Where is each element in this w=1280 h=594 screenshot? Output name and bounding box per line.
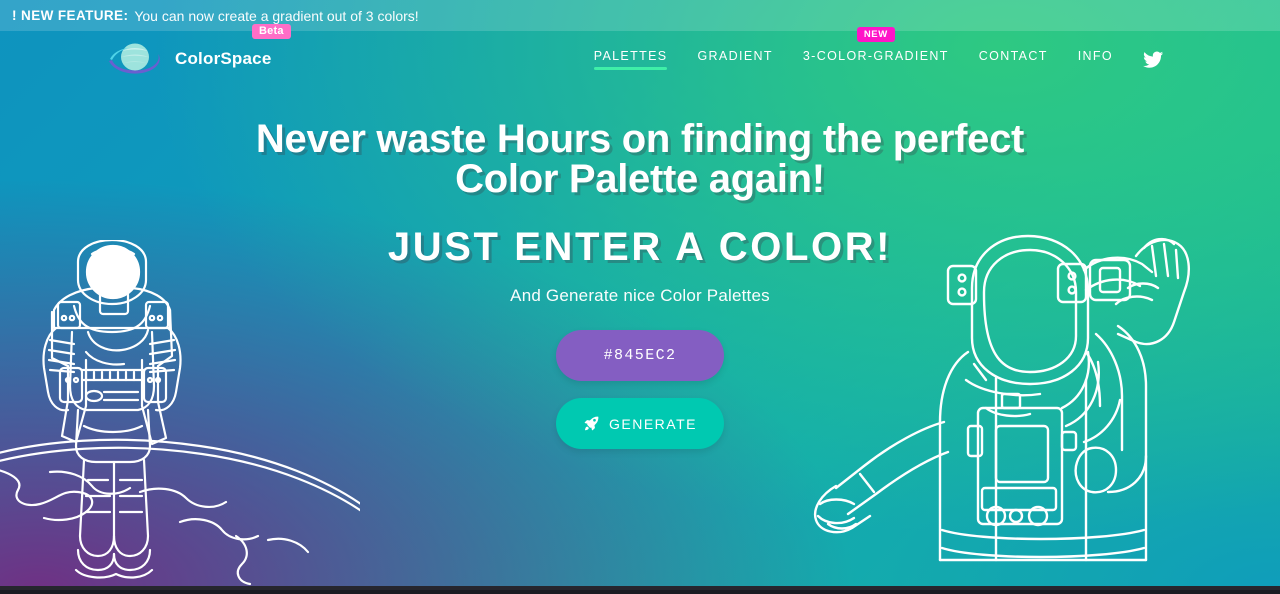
page-bottom-edge <box>0 586 1280 590</box>
nav-item-3-color-gradient[interactable]: NEW 3-COLOR-GRADIENT <box>802 26 949 70</box>
main-navigation: PALETTES GRADIENT NEW 3-COLOR-GRADIENT C… <box>593 26 1176 70</box>
nav-item-palettes[interactable]: PALETTES <box>593 48 668 70</box>
color-input[interactable] <box>556 330 724 381</box>
hero-subheadline: JUST ENTER A COLOR! <box>387 225 893 269</box>
generate-button[interactable]: GENERATE <box>556 398 724 449</box>
nav-label-contact: CONTACT <box>978 48 1048 63</box>
banner-message: You can now create a gradient out of 3 c… <box>134 7 419 24</box>
nav-item-gradient[interactable]: GRADIENT <box>697 49 772 70</box>
landing-page: ! NEW FEATURE: You can now create a grad… <box>0 0 1280 590</box>
banner-label: ! NEW FEATURE: <box>12 8 129 23</box>
planet-icon <box>104 39 166 79</box>
nav-label-palettes: PALETTES <box>593 48 668 63</box>
new-badge: NEW <box>856 26 895 42</box>
twitter-icon[interactable] <box>1143 49 1164 70</box>
hero-section: Never waste Hours on finding the perfect… <box>0 87 1280 449</box>
new-feature-banner: ! NEW FEATURE: You can now create a grad… <box>0 0 1280 31</box>
rocket-icon <box>583 415 600 432</box>
nav-label-3-color-gradient: 3-COLOR-GRADIENT <box>802 48 949 63</box>
beta-badge: Beta <box>252 24 291 39</box>
page-title: Never waste Hours on finding the perfect… <box>255 117 1025 201</box>
hero-tagline: And Generate nice Color Palettes <box>510 286 770 305</box>
generate-button-label: GENERATE <box>609 415 697 432</box>
nav-label-info: INFO <box>1077 48 1113 63</box>
nav-item-info[interactable]: INFO <box>1078 49 1113 70</box>
site-header: ColorSpace Beta PALETTES GRADIENT NEW 3-… <box>0 24 1280 87</box>
brand-logo[interactable]: ColorSpace Beta <box>104 24 291 79</box>
nav-label-gradient: GRADIENT <box>697 48 773 63</box>
brand-name: ColorSpace <box>175 49 272 68</box>
color-form: GENERATE <box>0 330 1280 449</box>
nav-item-contact[interactable]: CONTACT <box>979 49 1048 70</box>
